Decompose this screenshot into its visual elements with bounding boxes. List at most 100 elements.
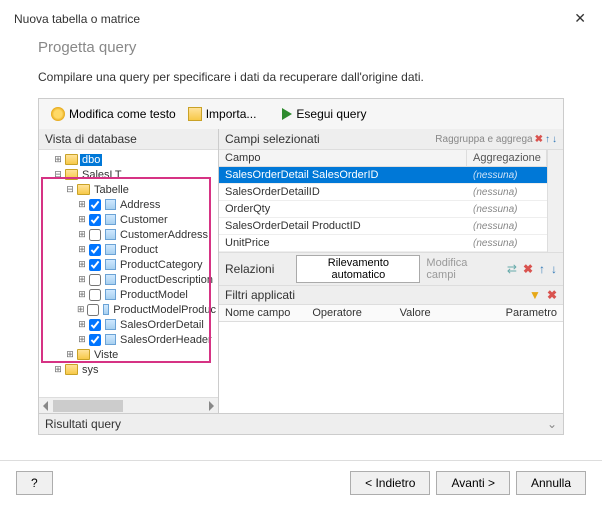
table-icon [105,274,116,285]
expand-icon[interactable]: ⊞ [77,244,87,255]
cell-campo: OrderQty [219,202,467,216]
table-icon [105,334,116,345]
tree-node-customeraddress[interactable]: ⊞ CustomerAddress [39,227,218,242]
expand-icon[interactable]: ⊞ [77,334,87,345]
tree-label: ProductCategory [118,259,205,271]
help-button[interactable]: ? [16,471,53,495]
table-icon [105,289,116,300]
move-up-icon[interactable]: ↑ [545,134,550,145]
tree-node-viste[interactable]: ⊞Viste [39,347,218,362]
horizontal-scrollbar[interactable] [39,397,218,413]
move-up-icon[interactable]: ↑ [539,262,545,276]
tree-node-dbo[interactable]: ⊞ dbo [39,152,218,167]
fh-operator: Operatore [312,307,399,319]
table-checkbox[interactable] [89,229,101,241]
results-label: Risultati query [45,417,121,431]
table-checkbox[interactable] [89,214,101,226]
play-icon [282,108,292,120]
import-button[interactable]: Importa... [184,105,261,123]
grid-row[interactable]: UnitPrice(nessuna) [219,235,547,252]
tree-node-saleslt[interactable]: ⊟SalesLT [39,167,218,182]
table-checkbox[interactable] [89,259,101,271]
run-query-button[interactable]: Esegui query [278,105,370,123]
import-label: Importa... [206,107,257,121]
expand-icon[interactable]: ⊞ [77,274,87,285]
table-checkbox[interactable] [89,319,101,331]
tree-node-product[interactable]: ⊞Product [39,242,218,257]
tree-node-address[interactable]: ⊞ Address [39,197,218,212]
auto-detect-button[interactable]: Rilevamento automatico [296,255,420,283]
expand-icon[interactable]: ⊞ [53,364,63,375]
cell-aggr: (nessuna) [467,186,547,199]
table-icon [105,244,116,255]
cancel-button[interactable]: Annulla [516,471,586,495]
tree-node-productcategory[interactable]: ⊞ ProductCategory [39,257,218,272]
delete-relation-icon[interactable]: ✖ [523,262,533,276]
collapse-icon[interactable]: ⊟ [53,169,63,180]
col-campo[interactable]: Campo [219,150,467,166]
table-checkbox[interactable] [89,244,101,256]
tree-node-productdescription[interactable]: ⊞ProductDescription [39,272,218,287]
fields-grid-header: Campo Aggregazione [219,150,547,167]
collapse-icon[interactable]: ⊟ [65,184,75,195]
expand-icon[interactable]: ⊞ [53,154,63,165]
expand-icon[interactable]: ⊞ [77,214,87,225]
table-checkbox[interactable] [89,199,101,211]
table-checkbox[interactable] [89,289,101,301]
tree-label: CustomerAddress [118,229,210,241]
filter-body[interactable] [219,322,563,370]
table-icon [105,199,116,210]
tree-node-sys[interactable]: ⊞ sys [39,362,218,377]
expand-results-icon[interactable]: ⌄ [547,417,557,431]
grid-row[interactable]: SalesOrderDetail SalesOrderID(nessuna) [219,167,547,184]
tree-node-productmodelproduct[interactable]: ⊞ProductModelProduc [39,302,218,317]
table-checkbox[interactable] [89,274,101,286]
expand-icon[interactable]: ⊞ [77,259,87,270]
expand-icon[interactable]: ⊞ [77,199,87,210]
tree-label: Address [118,199,162,211]
table-checkbox[interactable] [89,334,101,346]
back-button[interactable]: < Indietro [350,471,430,495]
vertical-scrollbar[interactable] [547,150,563,252]
grid-row[interactable]: SalesOrderDetailID(nessuna) [219,184,547,201]
cell-aggr: (nessuna) [467,220,547,233]
tree-node-tabelle[interactable]: ⊟Tabelle [39,182,218,197]
delete-filter-icon[interactable]: ✖ [547,288,557,302]
tree-label: Customer [118,214,170,226]
fh-value: Valore [400,307,487,319]
fields-pane: Campi selezionati Raggruppa e aggrega ✖ … [219,129,563,413]
schema-tree[interactable]: ⊞ dbo ⊟SalesLT ⊟Tabelle ⊞ Address ⊞ Custome… [39,150,218,397]
edit-as-text-button[interactable]: Modifica come testo [47,105,180,123]
expand-icon[interactable]: ⊞ [65,349,75,360]
tree-label: ProductModel [118,289,190,301]
folder-icon [65,364,78,375]
expand-icon[interactable]: ⊞ [77,319,87,330]
group-aggregate-link[interactable]: Raggruppa e aggrega [435,134,532,145]
delete-icon[interactable]: ✖ [535,134,543,145]
expand-icon[interactable]: ⊞ [77,289,87,300]
expand-icon[interactable]: ⊞ [77,229,87,240]
grid-row[interactable]: SalesOrderDetail ProductID(nessuna) [219,218,547,235]
expand-icon[interactable]: ⊞ [77,304,85,315]
tree-node-salesorderdetail[interactable]: ⊞ SalesOrderDetail [39,317,218,332]
folder-open-icon [188,107,202,121]
cell-aggr: (nessuna) [467,203,547,216]
tree-node-productmodel[interactable]: ⊞ ProductModel [39,287,218,302]
tree-label: SalesOrderDetail [118,319,206,331]
tree-node-salesorderheader[interactable]: ⊞SalesOrderHeader [39,332,218,347]
edit-fields-link[interactable]: Modifica campi [426,257,494,281]
move-down-icon[interactable]: ↓ [552,134,557,145]
database-view-header: Vista di database [39,129,218,150]
relation-icon[interactable]: ⇄ [507,262,517,276]
next-button[interactable]: Avanti > [436,471,509,495]
funnel-icon[interactable]: ▼ [529,288,541,302]
table-checkbox[interactable] [87,304,99,316]
grid-row[interactable]: OrderQty(nessuna) [219,201,547,218]
scrollbar-thumb[interactable] [53,400,123,412]
tree-label: sys [80,364,101,376]
move-down-icon[interactable]: ↓ [551,262,557,276]
col-aggregazione[interactable]: Aggregazione [467,150,547,166]
tree-label: dbo [80,154,102,166]
tree-node-customer[interactable]: ⊞ Customer [39,212,218,227]
close-button[interactable]: ✕ [568,8,592,29]
